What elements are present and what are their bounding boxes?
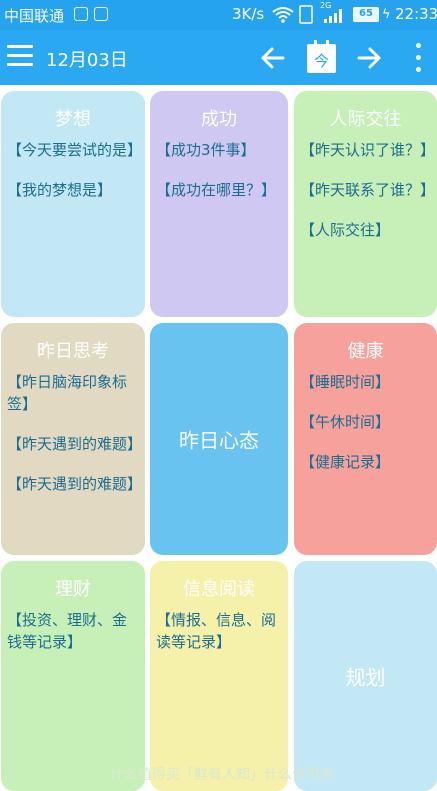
tile-reading[interactable]: 信息阅读 【情报、信息、阅读等记录】 <box>150 561 288 791</box>
tile-item: 【午休时间】 <box>300 413 391 431</box>
status-bar: 中国联通 3K/s 2G 65 ϟ 22:33 <box>0 0 437 30</box>
top-toolbar: 12月03日 今 <box>0 30 437 85</box>
tile-reflection[interactable]: 昨日思考 【昨日脑海印象标签】 【昨天遇到的难题】 【昨天遇到的难题】 <box>1 323 145 555</box>
more-options-icon[interactable] <box>413 43 423 73</box>
tile-health[interactable]: 健康 【睡眠时间】 【午休时间】 【健康记录】 <box>294 323 437 555</box>
tile-title: 理财 <box>55 579 91 600</box>
wifi-icon <box>272 7 294 23</box>
tile-item: 【人际交往】 <box>300 221 391 239</box>
tile-item: 【睡眠时间】 <box>300 373 391 391</box>
tile-item: 【今天要尝试的是】 <box>7 141 143 159</box>
tile-item: 【昨天认识了谁？】 <box>300 141 436 159</box>
tile-item: 【投资、理财、金钱等记录】 <box>7 611 128 651</box>
tile-title: 健康 <box>347 341 384 362</box>
tile-item: 【健康记录】 <box>300 453 391 471</box>
current-date[interactable]: 12月03日 <box>46 46 128 72</box>
tile-item: 【昨日脑海印象标签】 <box>7 373 128 413</box>
watermark-text: 什么值得买「鲜有人知」什么值得买 <box>110 767 334 783</box>
checkbox-notification-icon <box>74 7 88 21</box>
tile-title: 昨日思考 <box>37 341 109 362</box>
today-calendar-button[interactable]: 今 <box>307 40 336 73</box>
clock-time: 22:33 <box>395 5 437 23</box>
tile-title: 人际交往 <box>329 109 402 130</box>
carrier-name: 中国联通 <box>4 7 65 25</box>
next-day-arrow-icon[interactable] <box>351 40 387 76</box>
tile-item: 【情报、信息、阅读等记录】 <box>156 611 277 651</box>
tile-item: 【昨天遇到的难题】 <box>7 435 143 453</box>
network-speed: 3K/s <box>232 5 265 23</box>
tile-item: 【成功在哪里？】 <box>156 181 277 199</box>
android-notification-icon <box>94 7 108 21</box>
tile-mindset[interactable]: 昨日心态 <box>150 323 288 555</box>
previous-day-arrow-icon[interactable] <box>255 40 291 76</box>
tile-item: 【昨天联系了谁？】 <box>300 181 436 199</box>
tile-item: 【我的梦想是】 <box>7 181 113 199</box>
tile-title: 规划 <box>345 665 386 690</box>
tile-planning[interactable]: 规划 <box>294 561 437 791</box>
tile-social[interactable]: 人际交往 【昨天认识了谁？】 【昨天联系了谁？】 【人际交往】 <box>294 91 437 317</box>
tile-dream[interactable]: 梦想 【今天要尝试的是】 【我的梦想是】 <box>1 91 145 317</box>
tile-item: 【昨天遇到的难题】 <box>7 475 143 493</box>
tile-title: 梦想 <box>55 109 91 130</box>
tile-title: 信息阅读 <box>183 579 255 600</box>
tile-title: 成功 <box>201 109 237 130</box>
signal-strength-icon <box>324 9 342 23</box>
tile-finance[interactable]: 理财 【投资、理财、金钱等记录】 <box>1 561 145 791</box>
tile-success[interactable]: 成功 【成功3件事】 【成功在哪里？】 <box>150 91 288 317</box>
tile-title: 昨日心态 <box>179 428 259 453</box>
charging-icon: ϟ <box>382 7 391 22</box>
menu-icon[interactable] <box>7 43 33 69</box>
sim-card-icon <box>299 5 313 24</box>
tile-item: 【成功3件事】 <box>156 141 256 159</box>
battery-icon: 65 <box>353 7 379 22</box>
